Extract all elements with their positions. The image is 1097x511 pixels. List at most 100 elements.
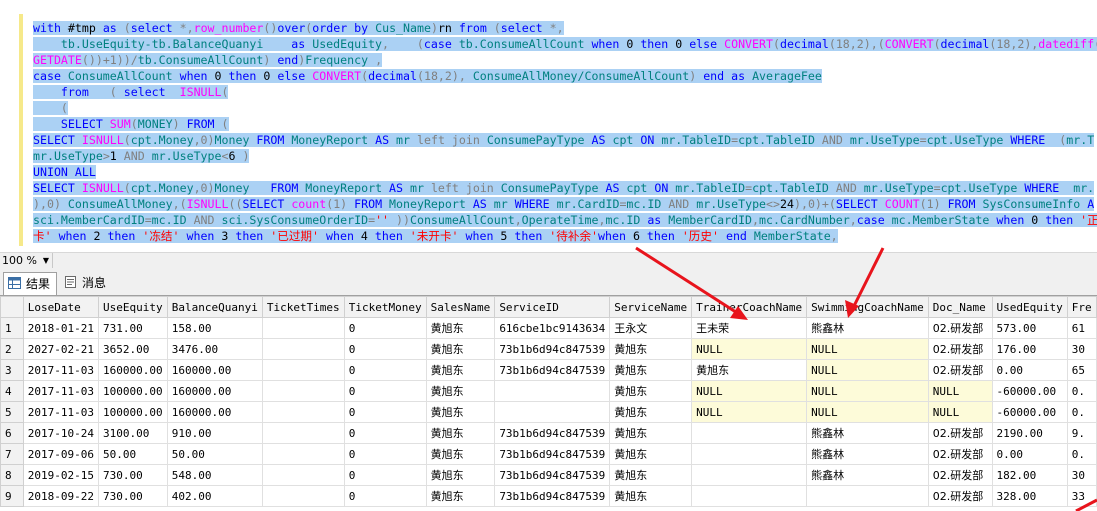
table-row[interactable]: 4 2017-11-03 100000.00 160000.00 0 黄旭东 黄旭东 NULL… [0,380,1097,402]
column-header[interactable]: LoseDate [22,296,100,318]
table-cell[interactable]: 61 [1066,317,1097,339]
table-cell[interactable] [691,443,808,465]
table-cell[interactable]: 2017-11-03 [22,359,100,381]
table-cell[interactable]: 黄旭东 [425,422,496,444]
table-row[interactable]: 3 2017-11-03 160000.00 160000.00 0 黄旭东 73b1b6d… [0,359,1097,381]
table-cell[interactable]: NULL [806,380,929,402]
table-cell[interactable]: 2017-11-03 [22,380,100,402]
table-cell[interactable]: 黄旭东 [609,380,693,402]
row-number[interactable]: 8 [0,464,24,486]
table-cell[interactable]: 黄旭东 [425,317,496,339]
table-cell[interactable]: 0 [343,401,427,423]
editor-horizontal-scrollbar[interactable] [54,255,1095,266]
table-cell[interactable]: 0 [343,317,427,339]
table-cell[interactable]: 黄旭东 [609,401,693,423]
table-cell[interactable]: 3100.00 [98,422,168,444]
table-cell[interactable]: 黄旭东 [425,338,496,360]
table-cell[interactable] [691,464,808,486]
table-cell[interactable]: 2017-09-06 [22,443,100,465]
table-cell[interactable]: 9. [1066,422,1097,444]
table-cell[interactable]: 02.研发部 [927,443,993,465]
table-cell[interactable]: 100000.00 [98,401,168,423]
results-grid[interactable]: LoseDate UseEquity BalanceQuanyi TicketTime… [0,296,1097,511]
column-header[interactable]: ServiceName [609,296,693,318]
table-cell[interactable]: 黄旭东 [425,443,496,465]
table-cell[interactable]: 02.研发部 [927,317,993,339]
table-cell[interactable]: 0. [1066,401,1097,423]
row-number[interactable]: 6 [0,422,24,444]
table-cell[interactable]: 548.00 [166,464,263,486]
table-cell[interactable]: 2018-01-21 [22,317,100,339]
column-header[interactable]: Fre [1066,296,1097,318]
table-cell[interactable] [494,401,611,423]
table-cell[interactable]: 02.研发部 [927,485,993,507]
table-row[interactable]: 2 2027-02-21 3652.00 3476.00 0 黄旭东 73b1b6d94c8… [0,338,1097,360]
table-cell[interactable]: 2027-02-21 [22,338,100,360]
table-cell[interactable]: 731.00 [98,317,168,339]
table-cell[interactable]: NULL [691,401,808,423]
table-cell[interactable]: 573.00 [991,317,1068,339]
table-cell[interactable]: 黄旭东 [609,464,693,486]
sql-code[interactable]: with #tmp as (select *,row_number()over(… [33,20,1097,244]
table-cell[interactable] [261,464,345,486]
table-cell[interactable]: 熊鑫林 [806,422,929,444]
tab-messages[interactable]: 消息 [60,272,112,294]
table-cell[interactable]: 33 [1066,485,1097,507]
table-cell[interactable]: 2019-02-15 [22,464,100,486]
table-row[interactable]: 1 2018-01-21 731.00 158.00 0 黄旭东 616cbe1bc9143… [0,317,1097,339]
row-number-header[interactable] [0,296,24,318]
table-cell[interactable] [691,422,808,444]
table-cell[interactable]: 73b1b6d94c847539 [494,443,611,465]
table-cell[interactable]: 0. [1066,443,1097,465]
table-cell[interactable]: 熊鑫林 [806,443,929,465]
table-cell[interactable]: 0 [343,464,427,486]
table-cell[interactable]: NULL [806,359,929,381]
table-cell[interactable]: 3476.00 [166,338,263,360]
row-number[interactable]: 7 [0,443,24,465]
table-cell[interactable]: 30 [1066,338,1097,360]
table-cell[interactable] [261,338,345,360]
table-cell[interactable]: 2018-09-22 [22,485,100,507]
column-header[interactable]: TrainerCoachName [691,296,808,318]
table-cell[interactable]: NULL [691,338,808,360]
table-cell[interactable]: 3652.00 [98,338,168,360]
table-cell[interactable]: 160000.00 [166,380,263,402]
table-cell[interactable]: 2017-11-03 [22,401,100,423]
table-cell[interactable]: 160000.00 [98,359,168,381]
table-cell[interactable]: 50.00 [166,443,263,465]
query-editor[interactable]: with #tmp as (select *,row_number()over(… [0,0,1097,252]
table-cell[interactable] [261,485,345,507]
zoom-select[interactable]: 100 % ▼ [2,253,53,268]
table-cell[interactable]: 黄旭东 [609,443,693,465]
table-cell[interactable]: -60000.00 [991,401,1068,423]
table-cell[interactable]: 熊鑫林 [806,464,929,486]
table-cell[interactable]: NULL [927,380,993,402]
row-number[interactable]: 5 [0,401,24,423]
table-cell[interactable]: 02.研发部 [927,338,993,360]
row-number[interactable]: 4 [0,380,24,402]
table-cell[interactable]: 730.00 [98,464,168,486]
table-cell[interactable] [261,380,345,402]
column-header[interactable]: BalanceQuanyi [166,296,263,318]
table-cell[interactable]: 158.00 [166,317,263,339]
table-cell[interactable] [261,317,345,339]
table-cell[interactable]: 0 [343,443,427,465]
row-number[interactable]: 2 [0,338,24,360]
table-cell[interactable] [261,401,345,423]
table-cell[interactable]: 160000.00 [166,359,263,381]
table-cell[interactable] [261,422,345,444]
table-cell[interactable]: NULL [691,380,808,402]
table-cell[interactable]: 黄旭东 [609,359,693,381]
table-cell[interactable] [494,380,611,402]
table-cell[interactable]: NULL [927,401,993,423]
table-cell[interactable]: 黄旭东 [425,380,496,402]
table-row[interactable]: 5 2017-11-03 100000.00 160000.00 0 黄旭东 黄旭东 NULL… [0,401,1097,423]
table-cell[interactable]: 0 [343,359,427,381]
table-cell[interactable]: 2190.00 [991,422,1068,444]
column-header[interactable]: TicketMoney [343,296,427,318]
table-cell[interactable]: 2017-10-24 [22,422,100,444]
table-cell[interactable]: 黄旭东 [609,485,693,507]
row-number[interactable]: 9 [0,485,24,507]
table-row[interactable]: 9 2018-09-22 730.00 402.00 0 黄旭东 73b1b6d94c847… [0,485,1097,507]
table-cell[interactable] [261,443,345,465]
